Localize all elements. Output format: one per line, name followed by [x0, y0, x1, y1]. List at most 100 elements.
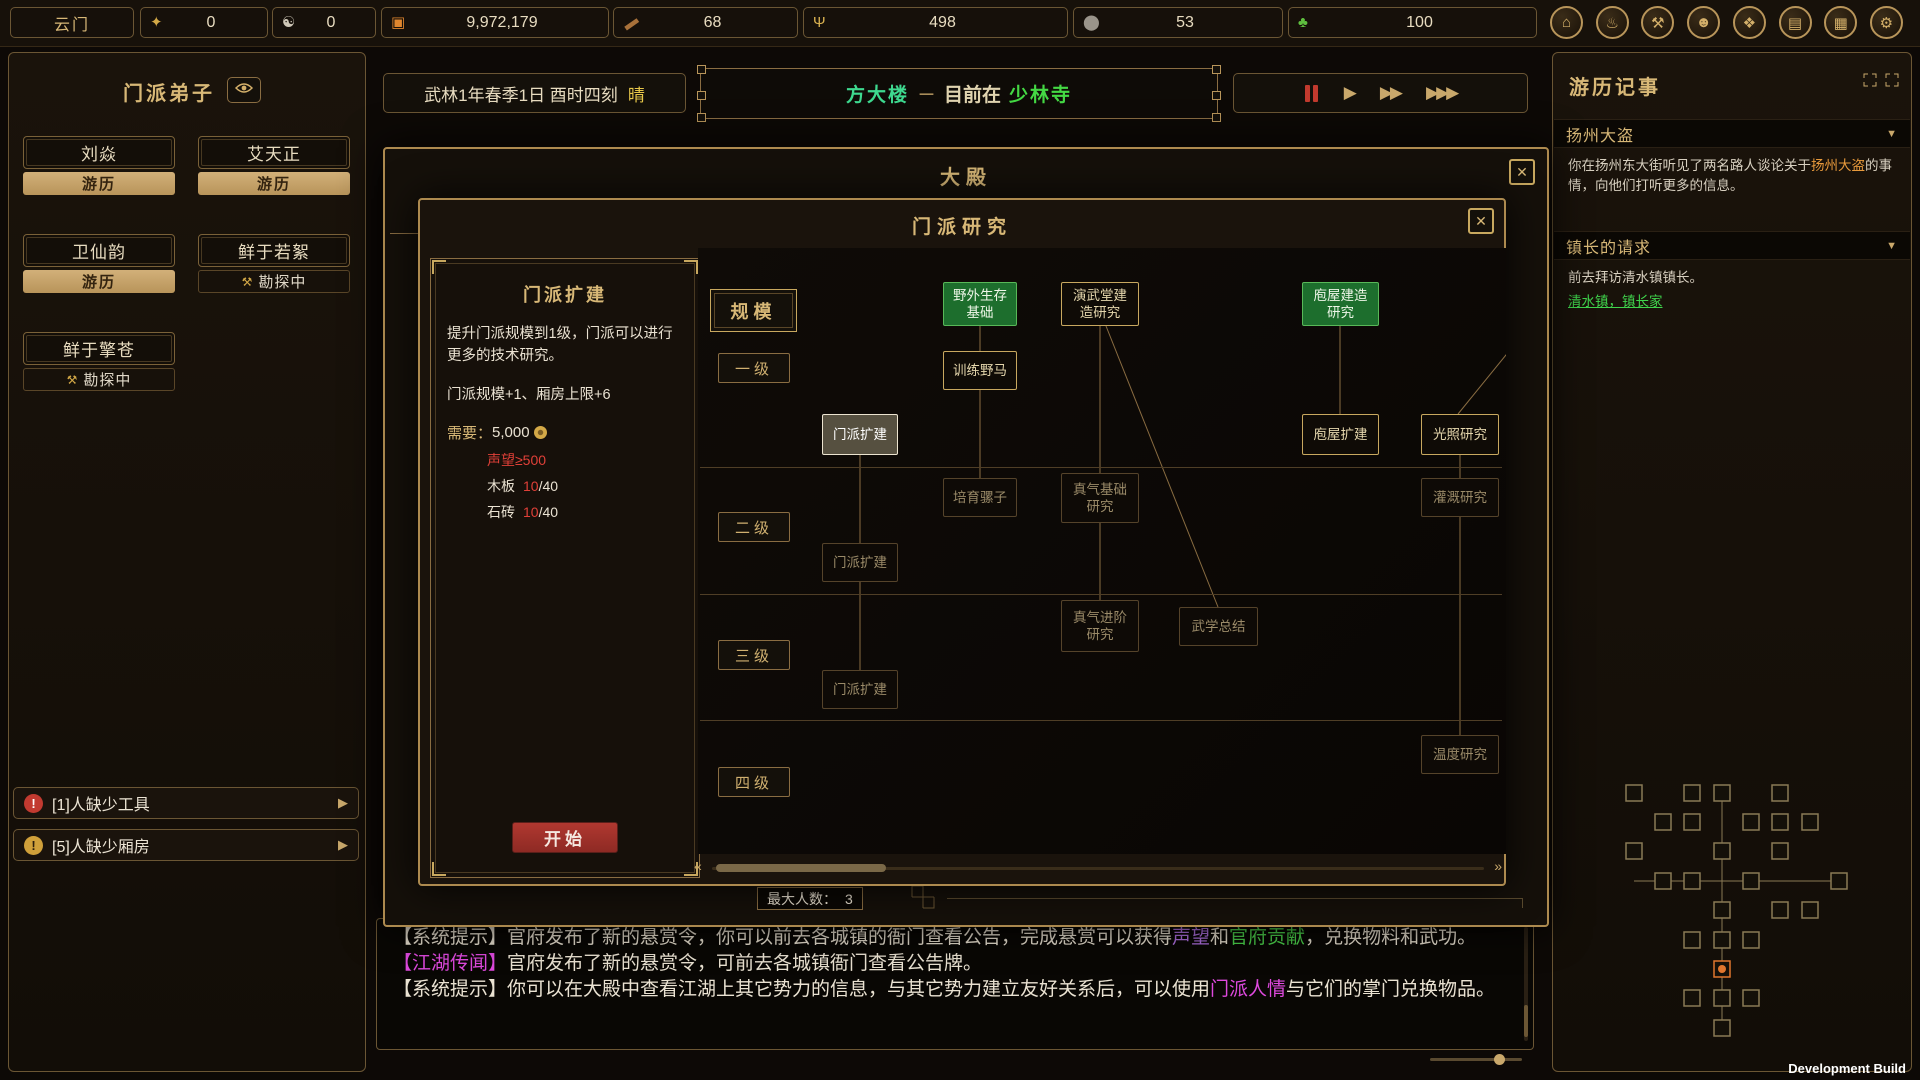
tree-row-divider [700, 594, 1502, 595]
disciple-card: 卫仙韵游历 [23, 234, 175, 293]
disciples-icon[interactable]: ☻ [1687, 6, 1720, 39]
max-people-box: 最大人数： 3 [757, 887, 863, 910]
cost-value: 5,000 [492, 424, 530, 441]
alert-yellow[interactable]: ![5]人缺少厢房▶ [13, 829, 359, 861]
research-effect: 门派规模+1、厢房上限+6 [447, 383, 683, 404]
alert-red[interactable]: ![1]人缺少工具▶ [13, 787, 359, 819]
research-node[interactable]: 野外生存 基础 [943, 282, 1017, 326]
alert-label: [5]人缺少厢房 [52, 833, 150, 857]
tree-category-scale: 规模 [710, 289, 797, 332]
expand-corners-icon[interactable] [1863, 73, 1877, 92]
log-scrollbar[interactable] [1524, 927, 1528, 1041]
research-node[interactable]: 武学总结 [1179, 607, 1258, 646]
slider-thumb[interactable] [1494, 1054, 1505, 1065]
pavilion-icon[interactable]: ⌂ [1550, 6, 1583, 39]
log-message: 【系统提示】官府发布了新的悬赏令，你可以前去各城镇的衙门查看公告，完成悬赏可以获… [393, 925, 1507, 951]
fast-forward-button[interactable]: ▶▶ [1380, 83, 1400, 103]
pause-button[interactable] [1305, 85, 1318, 102]
start-research-button[interactable]: 开始 [512, 822, 618, 853]
yinyang-icon: ☯ [282, 15, 295, 30]
top-bar: 云门 ✦0☯0▣9,972,179▬68Ψ498⬤53♣100⌂♨⚒☻❖▤▦⚙ [0, 0, 1920, 47]
disciple-grid: 刘焱游历艾天正游历卫仙韵游历鲜于若絮⚒勘探中鲜于擎苍⚒勘探中 [23, 136, 350, 391]
research-node[interactable]: 灌溉研究 [1421, 478, 1499, 517]
rooms-icon[interactable]: ♨ [1596, 6, 1629, 39]
jade-hook-icon: ✦ [150, 15, 163, 30]
frame-ornament [697, 113, 706, 122]
cost-label: 需要： [447, 422, 492, 443]
disciple-name-button[interactable]: 卫仙韵 [23, 234, 175, 267]
research-node[interactable]: 门派扩建 [822, 414, 898, 455]
stone-icon: ⬤ [1083, 15, 1100, 30]
journal-entry-body: 前去拜访清水镇镇长。 [1554, 260, 1910, 288]
frame-ornament [697, 65, 706, 74]
chevron-right-icon: ▶ [338, 795, 348, 811]
scroll-right-icon[interactable]: » [1494, 858, 1502, 874]
frame-ornament [1212, 91, 1221, 100]
research-node[interactable]: 真气基础 研究 [1061, 473, 1139, 523]
research-close-button[interactable]: ✕ [1468, 208, 1494, 234]
tree-connection-lines [698, 248, 1506, 854]
research-node[interactable]: 培育骡子 [943, 478, 1017, 517]
tree-level-label: 三级 [718, 640, 790, 670]
disciple-name-button[interactable]: 鲜于若絮 [198, 234, 350, 267]
journal-entry-header[interactable]: 扬州大盗 ▼ [1554, 119, 1910, 148]
vegetable-value: 100 [1392, 14, 1433, 32]
journal-entry-header[interactable]: 镇长的请求 ▼ [1554, 231, 1910, 260]
character-name[interactable]: 方大楼 [846, 80, 909, 107]
disciple-name-button[interactable]: 艾天正 [198, 136, 350, 169]
records-icon[interactable]: ▤ [1779, 6, 1812, 39]
disciple-name-button[interactable]: 鲜于擎苍 [23, 332, 175, 365]
research-modal: 门派研究 ✕ 门派扩建 提升门派规模到1级，门派可以进行更多的技术研究。 门派规… [418, 198, 1506, 886]
chevron-right-icon: ▶ [338, 837, 348, 853]
research-node[interactable]: 真气进阶 研究 [1061, 600, 1139, 652]
research-node[interactable]: 演武堂建 造研究 [1061, 282, 1139, 326]
journal-entry-body: 你在扬州东大街听见了两名路人谈论关于扬州大盗的事情，向他们打听更多的信息。 [1554, 148, 1910, 196]
stone-counter: ⬤ 53 [1073, 7, 1283, 38]
tools-icon[interactable]: ⚒ [1641, 6, 1674, 39]
disciple-name-button[interactable]: 刘焱 [23, 136, 175, 169]
frame-ornament [697, 91, 706, 100]
journal-entry-title: 扬州大盗 [1566, 122, 1634, 146]
research-node[interactable]: 门派扩建 [822, 670, 898, 709]
slider-track [1430, 1058, 1522, 1061]
fastest-forward-button[interactable]: ▶▶▶ [1426, 83, 1456, 103]
research-detail-panel: 门派扩建 提升门派规模到1级，门派可以进行更多的技术研究。 门派规模+1、厢房上… [430, 258, 700, 878]
log-zoom-slider[interactable] [1430, 1053, 1522, 1065]
journal-entry: 镇长的请求 ▼ 前去拜访清水镇镇长。 清水镇，镇长家 [1554, 231, 1910, 312]
location-name[interactable]: 少林寺 [1009, 80, 1072, 107]
settings-icon[interactable]: ⚙ [1870, 6, 1903, 39]
research-node[interactable]: 门派扩建 [822, 543, 898, 582]
vegetable-icon: ♣ [1298, 15, 1308, 30]
play-button[interactable]: ▶ [1344, 83, 1354, 103]
scrollbar-thumb[interactable] [716, 864, 886, 872]
research-node[interactable]: 庖屋扩建 [1302, 414, 1379, 455]
location-link[interactable]: 清水镇，镇长家 [1554, 288, 1910, 312]
research-node[interactable]: 温度研究 [1421, 735, 1499, 774]
yinyang-counter: ☯0 [272, 7, 376, 38]
chevron-down-icon[interactable]: ▼ [1886, 240, 1898, 252]
tree-level-label: 一级 [718, 353, 790, 383]
manual-icon[interactable]: ▦ [1824, 6, 1857, 39]
max-people-label: 最大人数： [767, 889, 837, 909]
trade-icon[interactable]: ❖ [1733, 6, 1766, 39]
frame-ornament [390, 233, 419, 243]
research-modal-title: 门派研究 [420, 212, 1504, 239]
material-requirement: 木板10/40 [487, 476, 683, 496]
eye-toggle-button[interactable] [227, 77, 261, 103]
alert-label: [1]人缺少工具 [52, 791, 150, 815]
chevron-down-icon[interactable]: ▼ [1886, 128, 1898, 140]
current-character-frame: 方大楼 － 目前在 少林寺 [700, 68, 1218, 119]
research-node[interactable]: 训练野马 [943, 351, 1017, 390]
scroll-left-icon[interactable]: « [694, 858, 702, 874]
tree-scrollbar[interactable]: « » [698, 860, 1498, 876]
stone-value: 53 [1162, 14, 1194, 32]
research-node[interactable]: 光照研究 [1421, 414, 1499, 455]
grain-icon: Ψ [813, 15, 826, 30]
hall-close-button[interactable]: ✕ [1509, 159, 1535, 185]
sect-button[interactable]: 云门 [10, 7, 134, 38]
research-node[interactable]: 庖屋建造 研究 [1302, 282, 1379, 326]
journal-entry: 扬州大盗 ▼ 你在扬州东大街听见了两名路人谈论关于扬州大盗的事情，向他们打听更多… [1554, 119, 1910, 196]
divider-tick [1522, 898, 1523, 908]
message-log-panel: 【系统提示】官府发布了新的悬赏令，你可以前去各城镇的衙门查看公告，完成悬赏可以获… [376, 918, 1534, 1050]
collapse-corners-icon[interactable] [1885, 73, 1899, 92]
